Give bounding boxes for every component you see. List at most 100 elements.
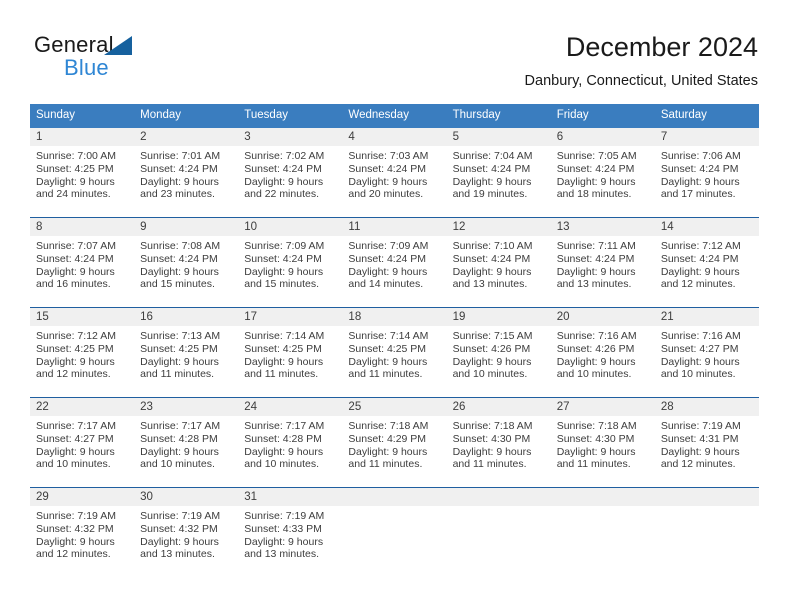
day-details: Sunrise: 7:13 AM Sunset: 4:25 PM Daylight:…: [140, 330, 233, 381]
day-details: Sunrise: 7:17 AM Sunset: 4:27 PM Daylight:…: [36, 420, 129, 471]
day-detail-line: and 11 minutes.: [452, 458, 527, 471]
day-cell-13[interactable]: 13 Sunrise: 7:11 AM Sunset: 4:24 PM Dayligh…: [551, 218, 655, 307]
weekday-header-sunday: Sunday: [36, 109, 76, 121]
day-detail-line: and 19 minutes.: [452, 188, 528, 201]
day-details: Sunrise: 7:08 AM Sunset: 4:24 PM Daylight:…: [140, 240, 233, 291]
title-block: December 2024 Danbury, Connecticut, Unit…: [525, 30, 758, 91]
day-details: Sunrise: 7:18 AM Sunset: 4:30 PM Daylight:…: [453, 420, 546, 471]
day-detail-line: Sunrise: 7:18 AM: [452, 420, 533, 432]
day-detail-line: Sunset: 4:25 PM: [36, 162, 114, 175]
week-cells: 1 Sunrise: 7:00 AM Sunset: 4:25 PM Daylight…: [30, 128, 759, 217]
day-detail-line: Daylight: 9 hours: [660, 445, 740, 458]
day-cell-23[interactable]: 23 Sunrise: 7:17 AM Sunset: 4:28 PM Dayligh…: [134, 398, 238, 487]
day-cell-18[interactable]: 18 Sunrise: 7:14 AM Sunset: 4:25 PM Dayligh…: [342, 308, 446, 397]
day-detail-line: and 24 minutes.: [36, 188, 111, 201]
weekday-header-wednesday: Wednesday: [348, 109, 409, 121]
day-cell-17[interactable]: 17 Sunrise: 7:14 AM Sunset: 4:25 PM Dayligh…: [238, 308, 342, 397]
day-cell-16[interactable]: 16 Sunrise: 7:13 AM Sunset: 4:25 PM Dayligh…: [134, 308, 238, 397]
day-detail-line: Sunrise: 7:02 AM: [244, 150, 325, 162]
day-details: Sunrise: 7:12 AM Sunset: 4:24 PM Daylight:…: [661, 240, 754, 291]
day-number: 16: [140, 311, 153, 323]
day-detail-line: and 13 minutes.: [140, 548, 215, 561]
day-detail-line: and 22 minutes.: [244, 188, 319, 201]
day-detail-line: Daylight: 9 hours: [140, 445, 219, 458]
day-details: Sunrise: 7:18 AM Sunset: 4:30 PM Daylight:…: [557, 420, 650, 471]
weekday-header-friday: Friday: [556, 109, 589, 121]
day-cell-2[interactable]: 2 Sunrise: 7:01 AM Sunset: 4:24 PM Daylight…: [134, 128, 238, 217]
day-cell-27[interactable]: 27 Sunrise: 7:18 AM Sunset: 4:30 PM Dayligh…: [551, 398, 655, 487]
day-detail-line: Sunset: 4:24 PM: [348, 162, 427, 175]
day-cell-empty: [551, 488, 655, 577]
week-cells: 29 Sunrise: 7:19 AM Sunset: 4:32 PM Dayligh…: [30, 488, 759, 577]
day-cell-4[interactable]: 4 Sunrise: 7:03 AM Sunset: 4:24 PM Daylight…: [342, 128, 446, 217]
day-number: [348, 488, 441, 506]
day-detail-line: Sunrise: 7:00 AM: [36, 150, 116, 162]
day-cell-12[interactable]: 12 Sunrise: 7:10 AM Sunset: 4:24 PM Dayligh…: [447, 218, 551, 307]
day-detail-line: Daylight: 9 hours: [36, 355, 115, 368]
general-blue-logo[interactable]: General Blue: [34, 32, 184, 88]
day-cell-28[interactable]: 28 Sunrise: 7:19 AM Sunset: 4:31 PM Dayligh…: [655, 398, 759, 487]
day-details: Sunrise: 7:05 AM Sunset: 4:24 PM Daylight:…: [557, 150, 650, 201]
day-detail-line: Daylight: 9 hours: [244, 535, 324, 548]
day-detail-line: Sunset: 4:30 PM: [556, 432, 635, 445]
day-detail-line: Daylight: 9 hours: [348, 445, 428, 458]
day-details: Sunrise: 7:02 AM Sunset: 4:24 PM Daylight:…: [244, 150, 337, 201]
day-detail-line: Sunrise: 7:08 AM: [140, 240, 221, 252]
day-detail-line: Sunrise: 7:17 AM: [140, 420, 221, 432]
day-number: 11: [348, 221, 361, 233]
day-detail-line: Daylight: 9 hours: [140, 265, 219, 278]
day-detail-line: Sunrise: 7:19 AM: [140, 510, 221, 522]
day-detail-line: Daylight: 9 hours: [556, 265, 636, 278]
day-cell-7[interactable]: 7 Sunrise: 7:06 AM Sunset: 4:24 PM Daylight…: [655, 128, 759, 217]
day-number: 29: [36, 491, 49, 503]
day-cell-10[interactable]: 10 Sunrise: 7:09 AM Sunset: 4:24 PM Dayligh…: [238, 218, 342, 307]
day-cell-9[interactable]: 9 Sunrise: 7:08 AM Sunset: 4:24 PM Daylight…: [134, 218, 238, 307]
day-detail-line: Sunset: 4:24 PM: [244, 162, 322, 175]
day-number: 25: [348, 401, 362, 413]
day-detail-line: Daylight: 9 hours: [452, 175, 532, 188]
day-cell-22[interactable]: 22 Sunrise: 7:17 AM Sunset: 4:27 PM Dayligh…: [30, 398, 134, 487]
page-title: December 2024: [565, 32, 758, 62]
day-cell-11[interactable]: 11 Sunrise: 7:09 AM Sunset: 4:24 PM Dayligh…: [342, 218, 446, 307]
day-cell-24[interactable]: 24 Sunrise: 7:17 AM Sunset: 4:28 PM Dayligh…: [238, 398, 342, 487]
day-detail-line: Sunset: 4:33 PM: [244, 522, 322, 535]
day-detail-line: and 10 minutes.: [660, 368, 736, 381]
day-number: [661, 488, 754, 506]
day-cell-1[interactable]: 1 Sunrise: 7:00 AM Sunset: 4:25 PM Daylight…: [30, 128, 134, 217]
day-cell-14[interactable]: 14 Sunrise: 7:12 AM Sunset: 4:24 PM Dayligh…: [655, 218, 759, 307]
day-cell-20[interactable]: 20 Sunrise: 7:16 AM Sunset: 4:26 PM Dayligh…: [551, 308, 655, 397]
day-number: 6: [556, 131, 564, 143]
day-cell-19[interactable]: 19 Sunrise: 7:15 AM Sunset: 4:26 PM Dayligh…: [447, 308, 551, 397]
day-detail-line: Sunset: 4:25 PM: [244, 342, 322, 355]
day-number: 30: [140, 491, 153, 503]
day-cell-29[interactable]: 29 Sunrise: 7:19 AM Sunset: 4:32 PM Dayligh…: [30, 488, 134, 577]
day-detail-line: Sunset: 4:24 PM: [140, 252, 218, 265]
day-detail-line: and 10 minutes.: [140, 458, 215, 471]
day-detail-line: Sunset: 4:25 PM: [348, 342, 427, 355]
day-detail-line: Sunset: 4:24 PM: [452, 252, 531, 265]
day-detail-line: and 13 minutes.: [556, 278, 632, 291]
day-number: 1: [36, 131, 43, 143]
day-number: 3: [244, 131, 251, 143]
day-cell-3[interactable]: 3 Sunrise: 7:02 AM Sunset: 4:24 PM Daylight…: [238, 128, 342, 217]
day-detail-line: Sunset: 4:24 PM: [348, 252, 427, 265]
day-details: Sunrise: 7:16 AM Sunset: 4:27 PM Daylight:…: [661, 330, 754, 381]
day-cell-25[interactable]: 25 Sunrise: 7:18 AM Sunset: 4:29 PM Dayligh…: [342, 398, 446, 487]
day-detail-line: Daylight: 9 hours: [36, 535, 115, 548]
day-cell-30[interactable]: 30 Sunrise: 7:19 AM Sunset: 4:32 PM Dayligh…: [134, 488, 238, 577]
day-cell-6[interactable]: 6 Sunrise: 7:05 AM Sunset: 4:24 PM Daylight…: [551, 128, 655, 217]
weekday-header-thursday: Thursday: [452, 109, 501, 121]
day-details: Sunrise: 7:04 AM Sunset: 4:24 PM Daylight:…: [453, 150, 546, 201]
day-cell-15[interactable]: 15 Sunrise: 7:12 AM Sunset: 4:25 PM Dayligh…: [30, 308, 134, 397]
day-detail-line: Daylight: 9 hours: [348, 355, 428, 368]
week-cells: 8 Sunrise: 7:07 AM Sunset: 4:24 PM Daylight…: [30, 218, 759, 307]
day-detail-line: Sunset: 4:24 PM: [556, 252, 635, 265]
day-detail-line: and 15 minutes.: [140, 278, 215, 291]
day-cell-8[interactable]: 8 Sunrise: 7:07 AM Sunset: 4:24 PM Daylight…: [30, 218, 134, 307]
day-details: Sunrise: 7:12 AM Sunset: 4:25 PM Daylight:…: [36, 330, 129, 381]
day-cell-26[interactable]: 26 Sunrise: 7:18 AM Sunset: 4:30 PM Dayligh…: [447, 398, 551, 487]
day-cell-5[interactable]: 5 Sunrise: 7:04 AM Sunset: 4:24 PM Daylight…: [447, 128, 551, 217]
day-details: Sunrise: 7:00 AM Sunset: 4:25 PM Daylight:…: [36, 150, 129, 201]
day-cell-31[interactable]: 31 Sunrise: 7:19 AM Sunset: 4:33 PM Dayligh…: [238, 488, 342, 577]
day-cell-21[interactable]: 21 Sunrise: 7:16 AM Sunset: 4:27 PM Dayligh…: [655, 308, 759, 397]
